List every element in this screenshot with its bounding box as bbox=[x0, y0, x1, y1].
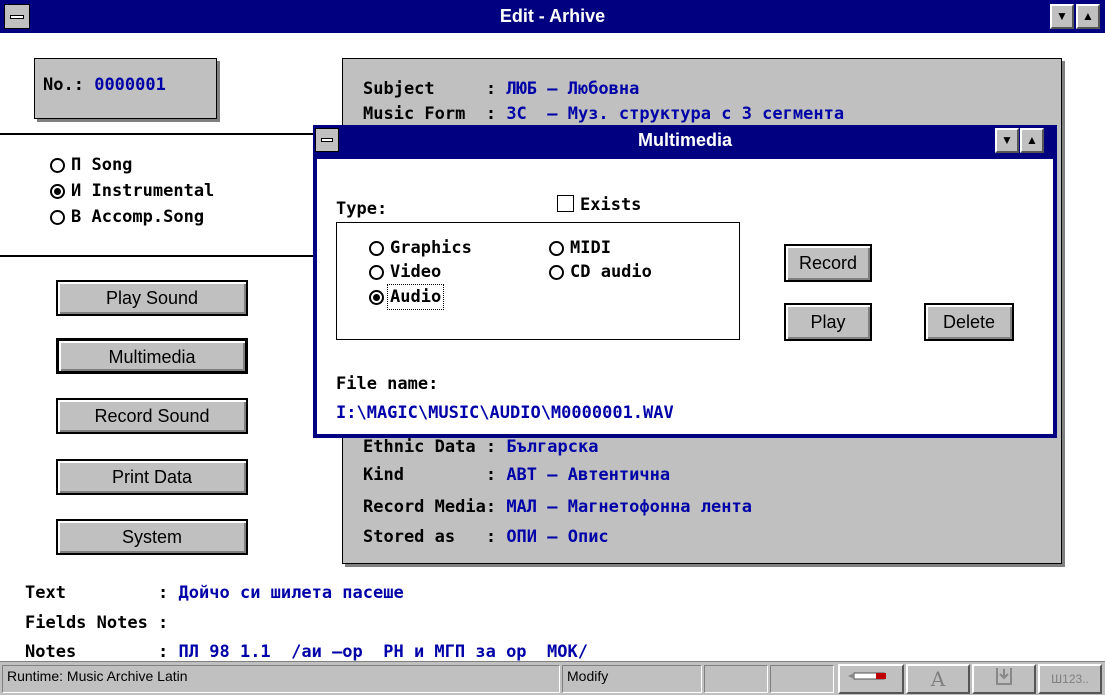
file-name-label: File name: bbox=[336, 374, 439, 394]
radio-song[interactable]: П Song bbox=[50, 154, 132, 176]
dialog-body: Type: Exists Graphics Video Audio MIDI C… bbox=[317, 159, 1053, 434]
info-stored-as-label: Stored as : bbox=[363, 527, 497, 547]
info-subject-value: ЛЮБ – Любовна bbox=[506, 79, 640, 99]
status-last-cell[interactable]: Ш123.. bbox=[1038, 664, 1102, 694]
file-name-value[interactable]: I:\MAGIC\MUSIC\AUDIO\M0000001.WAV bbox=[336, 403, 674, 423]
radio-accomp-song-indicator[interactable] bbox=[50, 209, 65, 225]
status-cell-empty-1 bbox=[704, 665, 768, 693]
radio-video-indicator[interactable] bbox=[369, 264, 384, 280]
info-kind-row: Kind : АВТ – Автентична bbox=[363, 465, 670, 485]
text-field-row: Text : Дойчо си шилета пасеше bbox=[25, 583, 404, 603]
multimedia-button[interactable]: Multimedia bbox=[56, 338, 248, 374]
record-number-label: No.: bbox=[43, 75, 84, 95]
media-type-group: Graphics Video Audio MIDI CD audio bbox=[336, 222, 740, 340]
window-titlebar: Edit - Arhive ▼ ▲ bbox=[0, 0, 1105, 33]
fields-notes-label: Fields Notes : bbox=[25, 613, 169, 633]
radio-audio-label: Audio bbox=[386, 284, 445, 310]
dialog-maximize-button[interactable]: ▲ bbox=[1020, 128, 1044, 153]
info-record-media-value: МАЛ – Магнетофонна лента bbox=[506, 497, 752, 517]
radio-song-label: П Song bbox=[71, 155, 133, 175]
exists-checkbox-box[interactable] bbox=[557, 195, 574, 212]
info-ethnic-value: Българска bbox=[506, 437, 599, 457]
radio-instrumental[interactable]: И Instrumental bbox=[50, 180, 214, 202]
multimedia-dialog: Multimedia ▼ ▲ Type: Exists Graphics Vid… bbox=[313, 125, 1057, 438]
maximize-button[interactable]: ▲ bbox=[1076, 4, 1100, 29]
radio-audio-indicator[interactable] bbox=[369, 289, 384, 305]
window-title: Edit - Arhive bbox=[499, 6, 606, 26]
radio-midi-indicator[interactable] bbox=[549, 240, 564, 256]
notes-value[interactable]: ПЛ 98 1.1 /аи –ор РН и МГП за ор МОК/ bbox=[179, 642, 588, 662]
info-record-media-label: Record Media: bbox=[363, 497, 497, 517]
dialog-title: Multimedia bbox=[637, 130, 732, 150]
radio-cd-audio-label: CD audio bbox=[570, 262, 652, 282]
pen-icon[interactable] bbox=[838, 664, 904, 694]
info-music-form-label: Music Form : bbox=[363, 104, 497, 124]
radio-song-indicator[interactable] bbox=[50, 157, 65, 173]
radio-instrumental-indicator[interactable] bbox=[50, 183, 65, 199]
notes-label: Notes : bbox=[25, 642, 169, 662]
record-button[interactable]: Record bbox=[784, 244, 872, 282]
record-number-box: No.: 0000001 bbox=[34, 58, 217, 119]
notes-row: Notes : ПЛ 98 1.1 /аи –ор РН и МГП за ор… bbox=[25, 642, 588, 662]
info-record-media-row: Record Media: МАЛ – Магнетофонна лента bbox=[363, 497, 752, 517]
exists-checkbox[interactable]: Exists bbox=[557, 195, 641, 215]
radio-midi-label: MIDI bbox=[570, 238, 611, 258]
radio-instrumental-label: И Instrumental bbox=[71, 181, 215, 201]
delete-button[interactable]: Delete bbox=[924, 303, 1014, 341]
dialog-titlebar: Multimedia ▼ ▲ bbox=[313, 125, 1057, 156]
info-subject-row: Subject : ЛЮБ – Любовна bbox=[363, 79, 639, 99]
info-music-form-value: 3C – Муз. структура с 3 сегмента bbox=[506, 104, 845, 124]
record-number-value: 0000001 bbox=[94, 75, 166, 95]
type-label: Type: bbox=[336, 199, 388, 219]
radio-graphics[interactable]: Graphics bbox=[369, 237, 472, 259]
fields-notes-row: Fields Notes : bbox=[25, 613, 179, 633]
info-music-form-row: Music Form : 3C – Муз. структура с 3 сег… bbox=[363, 104, 844, 124]
text-field-value[interactable]: Дойчо си шилета пасеше bbox=[179, 583, 404, 603]
status-cell-empty-2 bbox=[770, 665, 834, 693]
play-sound-button[interactable]: Play Sound bbox=[56, 280, 248, 316]
radio-accomp-song-label: В Accomp.Song bbox=[71, 207, 205, 227]
info-stored-as-row: Stored as : ОПИ – Опис bbox=[363, 527, 609, 547]
system-button[interactable]: System bbox=[56, 519, 248, 555]
info-subject-label: Subject : bbox=[363, 79, 497, 99]
info-ethnic-row: Ethnic Data : Българска bbox=[363, 437, 598, 457]
radio-midi[interactable]: MIDI bbox=[549, 237, 611, 259]
download-icon[interactable] bbox=[972, 664, 1036, 694]
radio-accomp-song[interactable]: В Accomp.Song bbox=[50, 206, 204, 228]
radio-video-label: Video bbox=[390, 262, 442, 282]
minimize-button[interactable]: ▼ bbox=[1050, 4, 1074, 29]
info-kind-value: АВТ – Автентична bbox=[506, 465, 671, 485]
play-button[interactable]: Play bbox=[784, 303, 872, 341]
record-sound-button[interactable]: Record Sound bbox=[56, 398, 248, 434]
status-mode: Modify bbox=[562, 665, 702, 693]
dialog-minimize-button[interactable]: ▼ bbox=[995, 128, 1019, 153]
status-runtime: Runtime: Music Archive Latin bbox=[2, 665, 560, 693]
print-data-button[interactable]: Print Data bbox=[56, 459, 248, 495]
radio-cd-audio-indicator[interactable] bbox=[549, 264, 564, 280]
radio-video[interactable]: Video bbox=[369, 261, 441, 283]
radio-graphics-indicator[interactable] bbox=[369, 240, 384, 256]
text-field-label: Text : bbox=[25, 583, 169, 603]
info-kind-label: Kind : bbox=[363, 465, 497, 485]
font-icon[interactable]: A bbox=[906, 664, 970, 694]
info-stored-as-value: ОПИ – Опис bbox=[506, 527, 609, 547]
radio-graphics-label: Graphics bbox=[390, 238, 472, 258]
radio-audio[interactable]: Audio bbox=[369, 284, 445, 310]
status-bar: Runtime: Music Archive Latin Modify A Ш1… bbox=[0, 661, 1105, 695]
exists-label: Exists bbox=[580, 195, 642, 215]
info-ethnic-label: Ethnic Data : bbox=[363, 437, 497, 457]
song-type-group: П Song И Instrumental В Accomp.Song bbox=[0, 133, 320, 257]
radio-cd-audio[interactable]: CD audio bbox=[549, 261, 652, 283]
